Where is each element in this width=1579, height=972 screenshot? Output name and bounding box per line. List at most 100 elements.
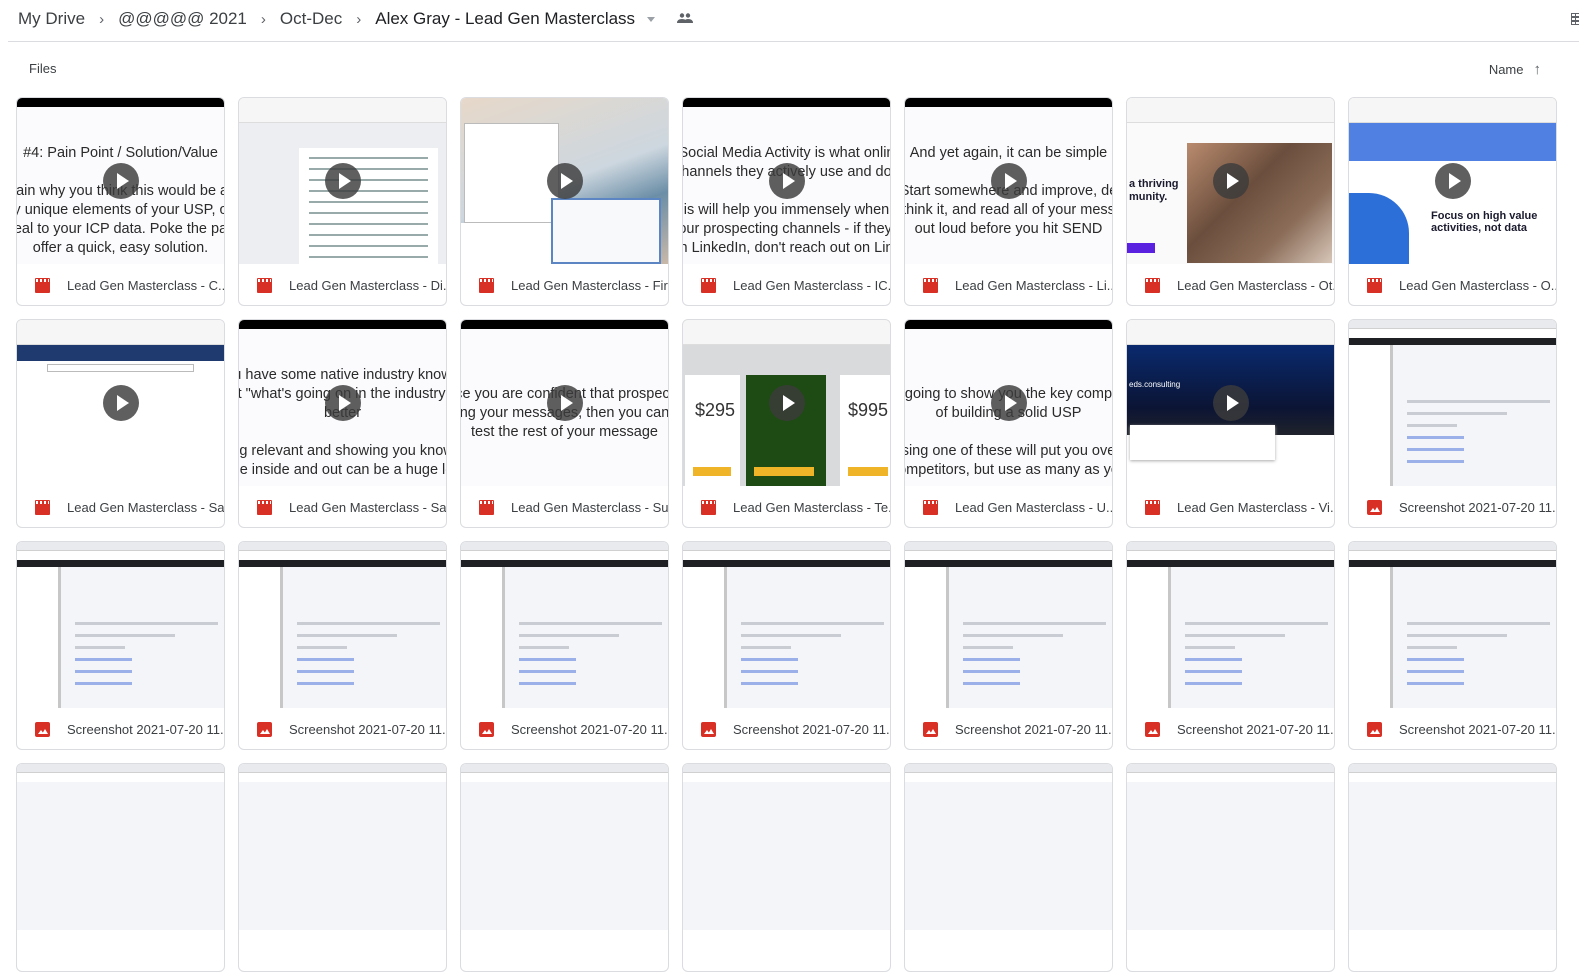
file-card-footer: Lead Gen Masterclass - Li... bbox=[905, 264, 1112, 305]
play-icon[interactable] bbox=[1434, 163, 1471, 199]
file-card[interactable]: u have some native industry knowit "what… bbox=[238, 319, 447, 528]
arrow-up-icon[interactable]: ↑ bbox=[1534, 61, 1542, 78]
file-name: Screenshot 2021-07-20 11... bbox=[955, 721, 1113, 737]
play-icon[interactable] bbox=[1212, 163, 1249, 199]
breadcrumb: My Drive › @@@@@ 2021 › Oct-Dec › Alex G… bbox=[18, 9, 694, 29]
file-card[interactable]: Screenshot 2021-07-20 11... bbox=[1348, 319, 1557, 528]
image-thumbnail bbox=[905, 764, 1112, 930]
file-card[interactable] bbox=[1348, 763, 1557, 972]
file-card-footer: Lead Gen Masterclass - Sa... bbox=[17, 486, 225, 527]
video-thumbnail: a thriving munity. bbox=[1127, 98, 1334, 264]
image-file-icon bbox=[479, 721, 494, 737]
file-name: Screenshot 2021-07-20 11... bbox=[289, 721, 447, 737]
sort-by-name-button[interactable]: Name ↑ bbox=[1489, 61, 1541, 78]
file-card[interactable]: Lead Gen Masterclass - Di... bbox=[238, 97, 447, 306]
file-card[interactable]: #4: Pain Point / Solution/Valuelain why … bbox=[16, 97, 225, 306]
thumbnail-text-line: #4: Pain Point / Solution/Value bbox=[23, 145, 218, 161]
play-icon[interactable] bbox=[1212, 385, 1249, 421]
thumbnail-text: a thriving munity. bbox=[1129, 178, 1179, 203]
play-icon[interactable] bbox=[324, 163, 361, 199]
play-icon[interactable] bbox=[102, 163, 139, 199]
file-card[interactable]: Screenshot 2021-07-20 11... bbox=[1348, 541, 1557, 750]
file-card-footer: Screenshot 2021-07-20 11... bbox=[683, 708, 891, 749]
breadcrumb-current-folder[interactable]: Alex Gray - Lead Gen Masterclass bbox=[369, 9, 641, 29]
thumbnail-text-line bbox=[905, 423, 1112, 442]
file-card[interactable]: Screenshot 2021-07-20 11... bbox=[1126, 541, 1335, 750]
image-thumbnail bbox=[1349, 320, 1556, 486]
thumbnail-text-line: is will help you immensely when bbox=[683, 202, 890, 218]
file-card[interactable] bbox=[904, 763, 1113, 972]
file-name: Lead Gen Masterclass - Sa... bbox=[67, 499, 225, 515]
file-card-footer: Lead Gen Masterclass - O... bbox=[1349, 264, 1556, 305]
breadcrumb-2021[interactable]: @@@@@ 2021 bbox=[112, 9, 253, 29]
file-card[interactable]: a thriving munity. Lead Gen Masterclass - … bbox=[1126, 97, 1335, 306]
file-card-footer: Lead Gen Masterclass - U... bbox=[905, 486, 1112, 527]
chevron-down-icon[interactable] bbox=[647, 16, 656, 22]
file-card[interactable]: Screenshot 2021-07-20 11... bbox=[904, 541, 1113, 750]
play-icon[interactable] bbox=[768, 163, 805, 199]
video-file-icon bbox=[701, 499, 716, 515]
list-view-icon[interactable] bbox=[1571, 13, 1579, 25]
video-file-icon bbox=[257, 277, 272, 293]
thumbnail-text-line: he inside and out can be a huge le bbox=[239, 462, 446, 478]
thumbnail-text: #4: Pain Point / Solution/Valuelain why … bbox=[17, 144, 224, 258]
file-card[interactable]: Screenshot 2021-07-20 11... bbox=[460, 541, 669, 750]
file-card-footer: Screenshot 2021-07-20 11... bbox=[905, 708, 1113, 749]
file-card[interactable]: ce you are confident that prospectng you… bbox=[460, 319, 669, 528]
thumbnail-text-line: eal to your ICP data. Poke the pa bbox=[17, 221, 224, 237]
file-name: Screenshot 2021-07-20 11... bbox=[67, 721, 225, 737]
file-card-footer: Lead Gen Masterclass - Vi... bbox=[1127, 486, 1335, 527]
file-name: Screenshot 2021-07-20 11... bbox=[511, 721, 669, 737]
file-card[interactable]: And yet again, it can be simpleStart som… bbox=[904, 97, 1113, 306]
play-icon[interactable] bbox=[546, 385, 583, 421]
video-thumbnail: $295 $995 bbox=[683, 320, 890, 486]
file-card[interactable] bbox=[460, 763, 669, 972]
image-thumbnail bbox=[683, 542, 890, 708]
file-name: Lead Gen Masterclass - Te... bbox=[733, 499, 891, 515]
play-icon[interactable] bbox=[546, 163, 583, 199]
video-file-icon bbox=[1145, 499, 1160, 515]
play-icon[interactable] bbox=[990, 163, 1027, 199]
file-card[interactable] bbox=[682, 763, 891, 972]
image-thumbnail bbox=[17, 764, 224, 930]
video-thumbnail bbox=[461, 98, 668, 264]
file-card[interactable]: Social Media Activity is what onlin hanne… bbox=[682, 97, 891, 306]
file-card[interactable]: eds.consulting Lead Gen Masterclass - Vi.… bbox=[1126, 319, 1335, 528]
video-thumbnail: #4: Pain Point / Solution/Valuelain why … bbox=[17, 98, 224, 264]
thumbnail-text-line: think it, and read all of your mess bbox=[905, 202, 1112, 218]
file-card[interactable]: $295 $995 Lead Gen Masterclass - Te... bbox=[682, 319, 891, 528]
file-card[interactable]: Screenshot 2021-07-20 11... bbox=[682, 541, 891, 750]
file-card[interactable]: going to show you the key compof buildin… bbox=[904, 319, 1113, 528]
image-thumbnail bbox=[239, 542, 446, 708]
thumbnail-text-line bbox=[905, 366, 1112, 385]
file-card[interactable]: Lead Gen Masterclass - Sa... bbox=[16, 319, 225, 528]
video-thumbnail bbox=[17, 320, 224, 486]
file-card[interactable]: Screenshot 2021-07-20 11... bbox=[16, 541, 225, 750]
video-file-icon bbox=[479, 499, 494, 515]
file-name: Screenshot 2021-07-20 11... bbox=[733, 721, 891, 737]
play-icon[interactable] bbox=[990, 385, 1027, 421]
file-card[interactable] bbox=[1126, 763, 1335, 972]
thumbnail-text-line: And yet again, it can be simple bbox=[909, 145, 1108, 161]
video-file-icon bbox=[1367, 277, 1382, 293]
video-thumbnail: And yet again, it can be simpleStart som… bbox=[905, 98, 1112, 264]
image-thumbnail bbox=[1127, 542, 1334, 708]
file-card[interactable]: Lead Gen Masterclass - Fir... bbox=[460, 97, 669, 306]
play-icon[interactable] bbox=[768, 385, 805, 421]
file-name: Lead Gen Masterclass - Vi... bbox=[1177, 499, 1335, 515]
file-card[interactable]: Focus on high value activities, not data L… bbox=[1348, 97, 1557, 306]
breadcrumb-oct-dec[interactable]: Oct-Dec bbox=[274, 9, 348, 29]
file-name: Lead Gen Masterclass - C... bbox=[67, 277, 225, 293]
file-card[interactable] bbox=[16, 763, 225, 972]
play-icon[interactable] bbox=[102, 385, 139, 421]
image-thumbnail bbox=[1127, 764, 1334, 930]
breadcrumb-my-drive[interactable]: My Drive bbox=[18, 9, 91, 29]
file-card[interactable]: Screenshot 2021-07-20 11... bbox=[238, 541, 447, 750]
play-icon[interactable] bbox=[324, 385, 361, 421]
video-file-icon bbox=[35, 277, 50, 293]
video-file-icon bbox=[923, 499, 938, 515]
thumbnail-text-line bbox=[461, 366, 668, 385]
thumbnail-text-line bbox=[239, 423, 446, 442]
file-card[interactable] bbox=[238, 763, 447, 972]
thumbnail-text-line: Social Media Activity is what onlin bbox=[683, 145, 890, 161]
